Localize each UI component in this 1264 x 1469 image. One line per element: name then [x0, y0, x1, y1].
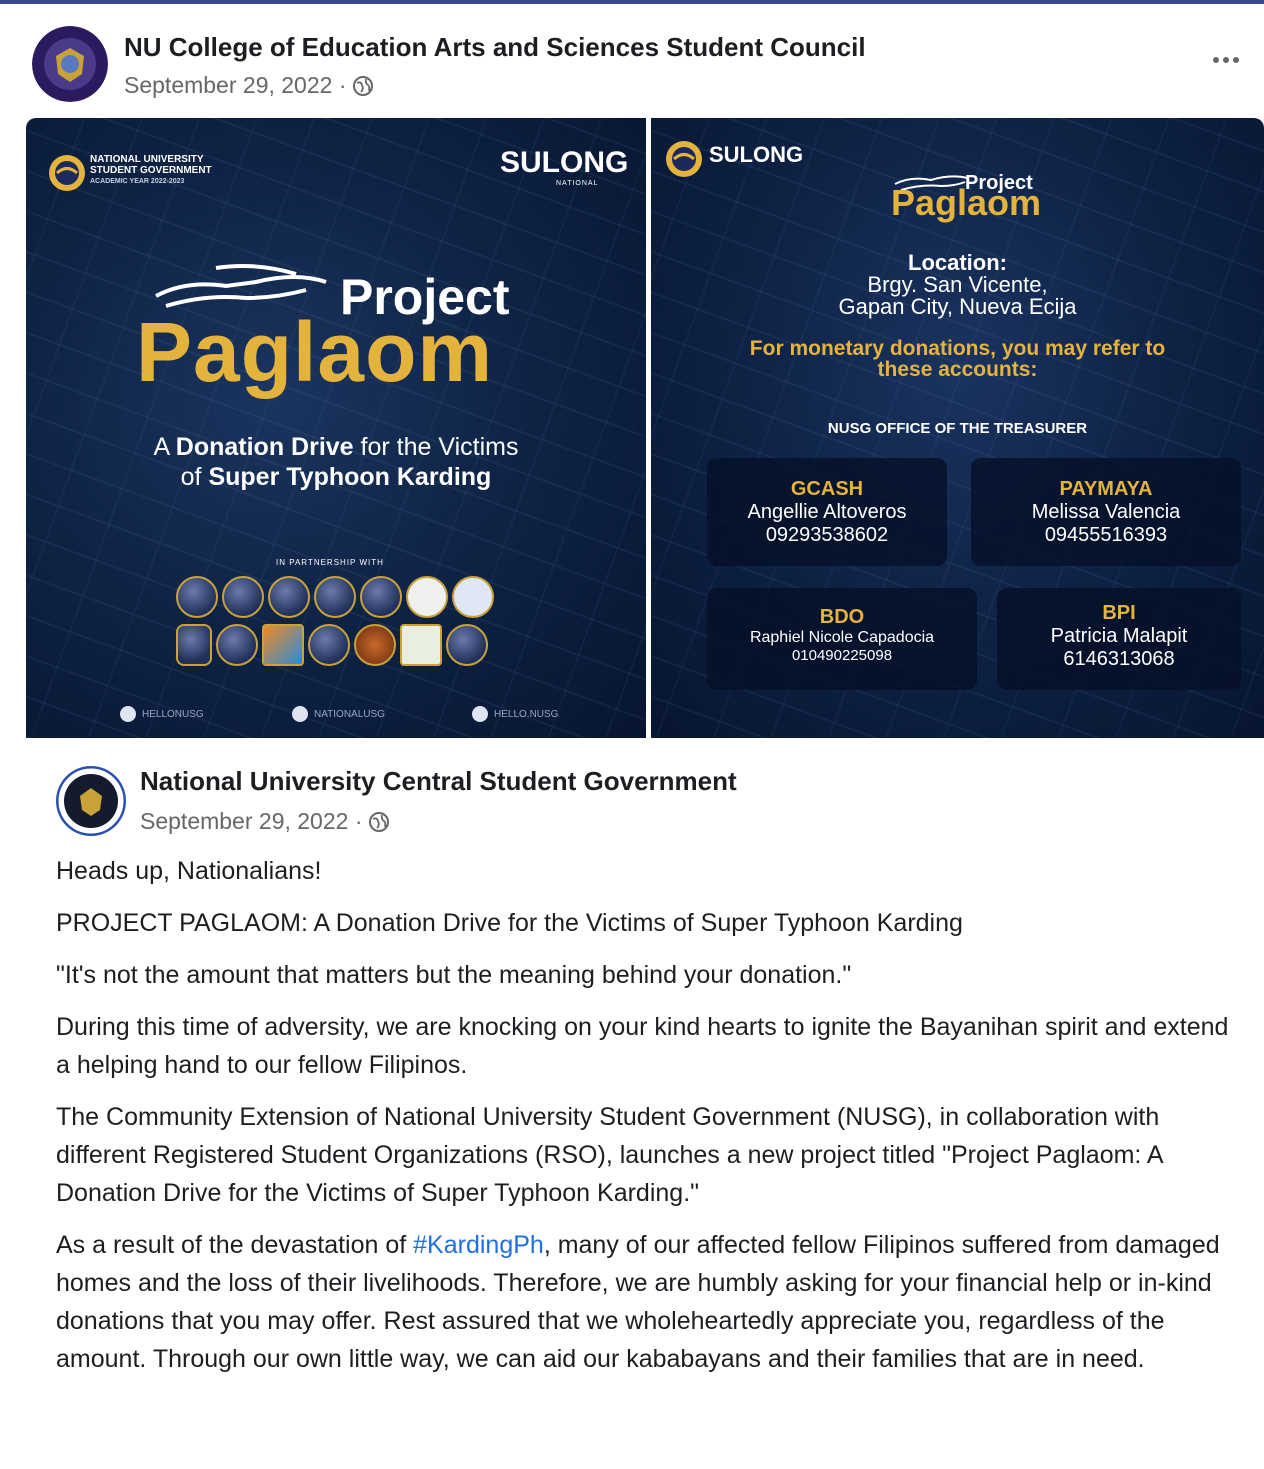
sulong-brand-sub: NATIONAL: [556, 180, 599, 187]
post-date-text: September 29, 2022 ·: [124, 72, 347, 98]
partner-logo-icon: [406, 576, 448, 618]
page-avatar[interactable]: [32, 26, 108, 102]
partner-logo-icon: [216, 624, 258, 666]
post-header: NU College of Education Arts and Science…: [0, 4, 1264, 114]
title-paglaom: Paglaom: [891, 182, 1042, 223]
social-twitter: HELLONUSG: [120, 706, 204, 722]
facebook-icon: [292, 706, 308, 722]
account-card-bdo: BDO Raphiel Nicole Capadocia 01049022509…: [707, 588, 977, 690]
title-paglaom: Paglaom: [136, 305, 494, 399]
social-facebook: NATIONALUSG: [292, 706, 385, 722]
shared-author-name[interactable]: National University Central Student Gove…: [140, 766, 737, 797]
post-author-name[interactable]: NU College of Education Arts and Science…: [124, 32, 866, 63]
globe-icon: [353, 75, 374, 96]
account-card-bpi: BPI Patricia Malapit 6146313068: [997, 588, 1241, 690]
partner-logo-icon: [446, 624, 488, 666]
body-paragraph: Heads up, Nationalians!: [56, 857, 322, 885]
partner-logo-icon: [400, 624, 442, 666]
partner-logo-icon: [222, 576, 264, 618]
partner-logo-icon: [314, 576, 356, 618]
dot-icon: [1223, 57, 1229, 63]
poster-right[interactable]: SULONG Project Paglaom Location: Brgy. S…: [651, 118, 1264, 738]
partner-logo-icon: [360, 576, 402, 618]
more-options-button[interactable]: [1206, 50, 1246, 70]
partner-logo-icon: [268, 576, 310, 618]
poster-subtitle: A Donation Drive for the Victims of Supe…: [153, 433, 519, 491]
social-instagram: HELLO.NUSG: [472, 706, 558, 722]
account-card-gcash: GCASH Angellie Altoveros 09293538602: [707, 458, 947, 566]
instagram-icon: [472, 706, 488, 722]
partner-logo-icon: [176, 576, 218, 618]
body-paragraph: As a result of the devastation of #Kardi…: [56, 1231, 1220, 1373]
nusg-logo-icon: [666, 141, 702, 177]
treasurer-office: NUSG OFFICE OF THE TREASURER: [827, 420, 1088, 437]
twitter-icon: [120, 706, 136, 722]
monetary-note: For monetary donations, you may refer to…: [749, 337, 1166, 381]
partner-logo-icon: [354, 624, 396, 666]
body-paragraph: "It's not the amount that matters but th…: [56, 961, 852, 989]
sulong-brand: SULONG: [709, 142, 804, 167]
facebook-post: NU College of Education Arts and Science…: [0, 4, 1264, 1469]
partnership-label: IN PARTNERSHIP WITH: [276, 558, 384, 567]
post-date[interactable]: September 29, 2022 ·: [124, 72, 374, 99]
partner-logo-icon: [452, 576, 494, 618]
partner-logos-row1: [176, 576, 494, 618]
dot-icon: [1233, 57, 1239, 63]
partner-logos-row2: [176, 624, 488, 666]
body-paragraph: During this time of adversity, we are kn…: [56, 1013, 1229, 1079]
shared-page-avatar[interactable]: [56, 766, 126, 836]
partner-logo-icon: [262, 624, 304, 666]
shared-post-date[interactable]: September 29, 2022 ·: [140, 808, 390, 835]
location-block: Location: Brgy. San Vicente, Gapan City,…: [838, 250, 1077, 319]
body-paragraph: The Community Extension of National Univ…: [56, 1103, 1163, 1207]
dot-icon: [1213, 57, 1219, 63]
shared-date-text: September 29, 2022 ·: [140, 808, 363, 834]
post-body: Heads up, Nationalians! PROJECT PAGLAOM:…: [56, 852, 1246, 1392]
account-card-paymaya: PAYMAYA Melissa Valencia 09455516393: [971, 458, 1241, 566]
partner-logo-icon: [176, 624, 212, 666]
org-name: NATIONAL UNIVERSITY STUDENT GOVERNMENT A…: [90, 154, 212, 185]
globe-icon: [369, 811, 390, 832]
body-paragraph: PROJECT PAGLAOM: A Donation Drive for th…: [56, 909, 963, 937]
post-media[interactable]: NATIONAL UNIVERSITY STUDENT GOVERNMENT A…: [26, 118, 1264, 738]
sulong-brand: SULONG: [500, 146, 629, 179]
nusg-logo-icon: [49, 155, 85, 191]
partner-logo-icon: [308, 624, 350, 666]
poster-left[interactable]: NATIONAL UNIVERSITY STUDENT GOVERNMENT A…: [26, 118, 646, 738]
hashtag-link[interactable]: #KardingPh: [413, 1231, 544, 1259]
